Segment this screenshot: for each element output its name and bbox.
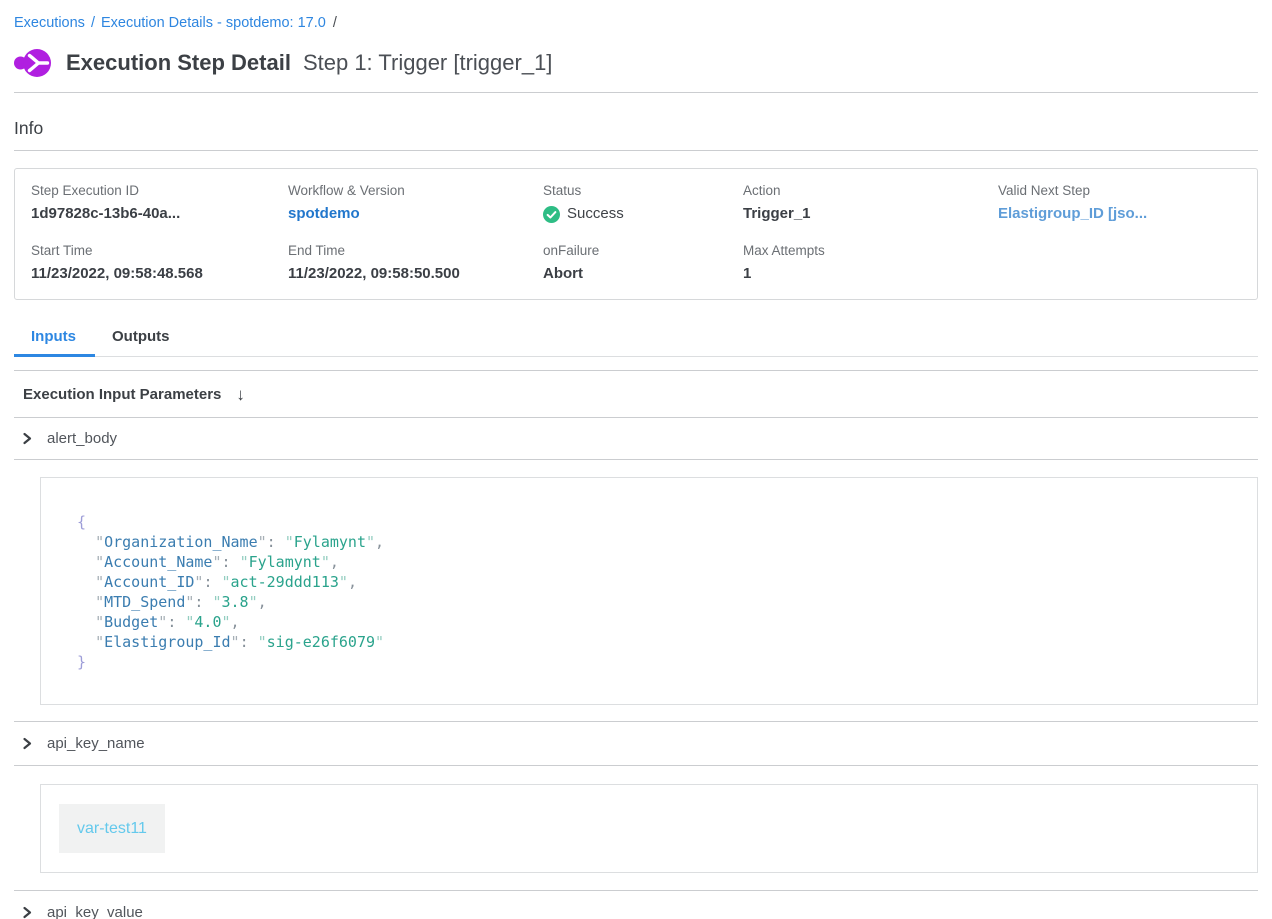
field-label: onFailure: [543, 243, 743, 258]
field-action: Action Trigger_1: [743, 183, 998, 223]
field-label: Workflow & Version: [288, 183, 543, 198]
field-value: 1d97828c-13b6-40a...: [31, 205, 288, 223]
status-badge: Success: [543, 205, 743, 223]
field-empty: [998, 243, 1241, 283]
breadcrumb-link-execution-details[interactable]: Execution Details - spotdemo: 17.0: [101, 15, 326, 31]
execution-input-parameters-header: Execution Input Parameters ↓: [14, 371, 1258, 417]
alert-body-json-viewer: { "Organization_Name": "Fylamynt", "Acco…: [40, 477, 1258, 705]
breadcrumb: Executions / Execution Details - spotdemo:…: [14, 0, 1258, 33]
row-divider: [14, 459, 1258, 460]
param-name: api_key_name: [47, 733, 145, 754]
info-heading-divider: [14, 150, 1258, 151]
chevron-right-icon: [20, 432, 33, 445]
field-label: Valid Next Step: [998, 183, 1241, 198]
field-valid-next-step: Valid Next Step Elastigroup_ID [jso...: [998, 183, 1241, 223]
param-name: api_key_value: [47, 902, 143, 919]
breadcrumb-trailing-separator: /: [333, 15, 337, 31]
chevron-right-icon: [20, 906, 33, 919]
breadcrumb-separator: /: [91, 15, 95, 31]
field-value: 1: [743, 265, 998, 283]
field-label: Max Attempts: [743, 243, 998, 258]
info-section-heading: Info: [14, 118, 1258, 139]
success-check-icon: [543, 206, 560, 223]
tab-outputs[interactable]: Outputs: [95, 322, 189, 357]
valid-next-step-link[interactable]: Elastigroup_ID [jso...: [998, 205, 1241, 223]
field-step-execution-id: Step Execution ID 1d97828c-13b6-40a...: [31, 183, 288, 223]
field-onfailure: onFailure Abort: [543, 243, 743, 283]
fylamynt-logo-icon: [14, 48, 52, 78]
field-end-time: End Time 11/23/2022, 09:58:50.500: [288, 243, 543, 283]
download-arrow-icon[interactable]: ↓: [236, 384, 245, 405]
param-row-alert-body[interactable]: alert_body: [14, 418, 1258, 459]
field-label: Status: [543, 183, 743, 198]
chevron-right-icon: [20, 737, 33, 750]
field-max-attempts: Max Attempts 1: [743, 243, 998, 283]
field-value: 11/23/2022, 09:58:50.500: [288, 265, 543, 283]
param-name: alert_body: [47, 428, 117, 449]
page-title: Execution Step Detail: [66, 50, 291, 76]
tab-inputs[interactable]: Inputs: [14, 322, 95, 357]
param-row-api-key-value[interactable]: api_key_value: [14, 891, 1258, 919]
field-status: Status Success: [543, 183, 743, 223]
status-text: Success: [567, 205, 624, 223]
page-subtitle: Step 1: Trigger [trigger_1]: [303, 50, 552, 76]
field-label: Step Execution ID: [31, 183, 288, 198]
api-key-name-chip: var-test11: [59, 804, 165, 853]
field-start-time: Start Time 11/23/2022, 09:58:48.568: [31, 243, 288, 283]
info-card: Step Execution ID 1d97828c-13b6-40a... W…: [14, 168, 1258, 300]
field-label: End Time: [288, 243, 543, 258]
field-label: Action: [743, 183, 998, 198]
header-divider: [14, 92, 1258, 93]
breadcrumb-link-executions[interactable]: Executions: [14, 15, 85, 31]
field-value: 11/23/2022, 09:58:48.568: [31, 265, 288, 283]
row-divider: [14, 765, 1258, 766]
field-value: Trigger_1: [743, 205, 998, 223]
section-title: Execution Input Parameters: [23, 384, 221, 405]
tab-bar: Inputs Outputs: [14, 322, 1258, 357]
execution-step-detail-page: Executions / Execution Details - spotdemo:…: [0, 0, 1272, 919]
api-key-name-value-box: var-test11: [40, 784, 1258, 873]
field-workflow-version: Workflow & Version spotdemo: [288, 183, 543, 223]
field-value: Abort: [543, 265, 743, 283]
param-row-api-key-name[interactable]: api_key_name: [14, 722, 1258, 765]
field-label: Start Time: [31, 243, 288, 258]
page-header: Execution Step Detail Step 1: Trigger [t…: [14, 46, 1258, 80]
workflow-link[interactable]: spotdemo: [288, 205, 543, 223]
